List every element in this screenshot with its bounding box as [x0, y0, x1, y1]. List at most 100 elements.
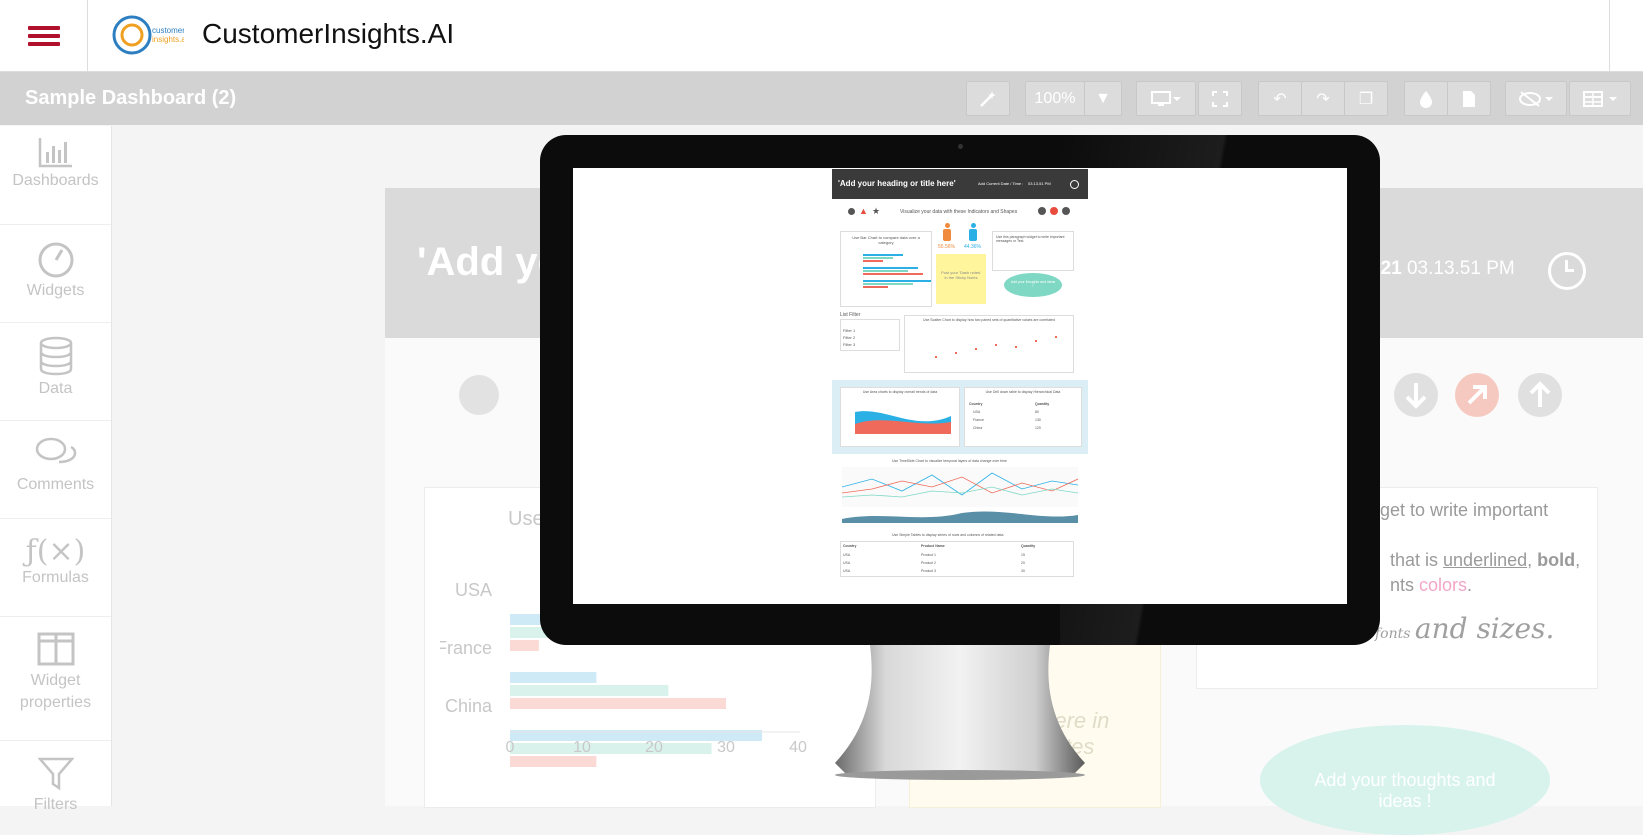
rail-label: Data [38, 380, 73, 397]
arrow-up-icon [1062, 207, 1070, 215]
arrow-down-icon[interactable] [1394, 373, 1438, 417]
monitor-stand [835, 645, 1085, 780]
preview-time: 03.13.51 PM [1028, 181, 1051, 186]
dashboard-toolbar [0, 72, 1643, 125]
tick-label: 40 [789, 739, 807, 756]
female-percent: 44.36% [964, 244, 981, 250]
person-male-icon [942, 223, 952, 241]
zoom-dropdown[interactable]: ▼ [1084, 81, 1122, 116]
preview-simple-table: Country Product Name Quantity USA Produc… [840, 541, 1074, 577]
arrow-up-icon[interactable] [1518, 373, 1562, 417]
paragraph-line-2: that is underlined, bold, [1390, 550, 1581, 570]
redo-icon: ↷ [1316, 90, 1330, 108]
preview-sticky-note: Post your 'Dash notes' in the Sticky Not… [936, 254, 986, 304]
category-label: China [445, 696, 493, 716]
datetime-display: 021 03.13.51 PM [1370, 258, 1515, 279]
rail-filters[interactable]: Filters [0, 740, 111, 820]
zoom-level[interactable]: 100% [1025, 81, 1085, 116]
bar [510, 640, 539, 651]
preview-list-filter: List Filter Filter 1 Filter 2 Filter 3 [840, 312, 900, 351]
file-icon [1463, 90, 1475, 107]
triangle-indicator: ▲ [859, 206, 868, 216]
fullscreen-button[interactable] [1198, 81, 1242, 116]
columns-icon [37, 632, 74, 666]
device-view-button[interactable] [1136, 81, 1196, 116]
rail-formulas[interactable]: ƒ(×) Formulas [0, 518, 111, 617]
paragraph-line-3: nts colors. [1390, 575, 1473, 595]
eye-slash-icon [1519, 90, 1553, 107]
formula-icon: ƒ(×) [25, 534, 86, 569]
camera-icon [958, 144, 963, 149]
category-label: France [440, 638, 492, 658]
rail-label: Formulas [22, 569, 89, 586]
bar-chart-icon [38, 138, 72, 168]
preview-title: 'Add your heading or title here' [838, 179, 956, 188]
table-icon [1583, 90, 1617, 107]
male-percent: 55.56% [938, 244, 955, 250]
undo-icon: ↶ [1273, 90, 1287, 108]
arrow-down-icon [1038, 207, 1046, 215]
monitor-icon [1151, 90, 1181, 106]
indicators-caption: Visualize your data with these Indicator… [900, 209, 1018, 215]
grid-button[interactable] [1569, 81, 1631, 116]
preview-area-chart: Use Area charts to display overall trend… [840, 387, 960, 447]
comments-icon [35, 437, 76, 464]
divider [1609, 0, 1610, 71]
preview-drill-table: Use Drill down table to display Hierarch… [964, 387, 1082, 447]
clock-icon [1548, 252, 1586, 290]
preview-meta: Add Current Date / Time : [978, 181, 1024, 186]
logo: customer insights.ai [112, 14, 188, 56]
tick-label: 30 [717, 739, 735, 756]
caret-down-icon: ▼ [1095, 89, 1111, 107]
menu-icon[interactable] [0, 0, 88, 71]
chart-caption: Use [508, 508, 544, 530]
preview-timeline-chart [842, 467, 1078, 523]
magic-wand-icon [980, 90, 996, 107]
rail-dashboards[interactable]: Dashboards [0, 136, 111, 225]
brand-name: CustomerInsights.AI [202, 18, 455, 49]
visibility-button[interactable] [1505, 81, 1567, 116]
rail-widgets[interactable]: Widgets [0, 224, 111, 323]
clock-icon [1070, 180, 1079, 189]
preview-scatter-chart: Use Scatter Chart to display how two pai… [904, 315, 1074, 373]
arrow-up-right-icon [1050, 207, 1058, 215]
dashboard-title: Sample Dashboard (2) [25, 87, 237, 109]
person-female-icon [968, 223, 978, 241]
tick-label: 20 [645, 739, 663, 756]
rail-comments[interactable]: Comments [0, 420, 111, 519]
expand-icon [1212, 90, 1228, 107]
undo-button[interactable]: ↶ [1258, 81, 1302, 116]
gauge-icon [38, 242, 73, 278]
tick-label: 10 [573, 739, 591, 756]
preview-bar-chart: Use Bar Chart to compare data over a cat… [840, 231, 932, 307]
zoom-value: 100% [1034, 89, 1076, 107]
copy-button[interactable]: ❐ [1344, 81, 1388, 116]
dashboard-preview: 'Add your heading or title here' Add Cur… [832, 169, 1088, 603]
bar [510, 698, 726, 709]
rail-label: Filters [33, 796, 78, 813]
rail-widget-properties[interactable]: Widget properties [0, 616, 111, 741]
filter-icon [37, 757, 74, 791]
arrow-up-right-icon[interactable] [1455, 373, 1499, 417]
theme-button[interactable] [1404, 81, 1448, 116]
magic-wand-button[interactable] [966, 81, 1010, 116]
rail-label: Comments [16, 476, 95, 493]
copy-icon: ❐ [1358, 90, 1374, 108]
circle-indicator [848, 208, 855, 215]
paragraph-line-4: fonts and sizes. [1375, 612, 1555, 645]
category-label: USA [455, 580, 492, 600]
table-caption: Use Simple Tables to display series of r… [892, 533, 1004, 537]
preview-header: 'Add your heading or title here' Add Cur… [832, 169, 1088, 199]
top-bar: customer insights.ai CustomerInsights.AI [0, 0, 1643, 72]
bar [510, 685, 669, 696]
redo-button[interactable]: ↷ [1301, 81, 1345, 116]
database-icon [39, 336, 72, 376]
document-button[interactable] [1447, 81, 1491, 116]
bar [510, 756, 597, 767]
star-indicator: ★ [872, 206, 881, 216]
svg-text:insights.ai: insights.ai [152, 35, 184, 44]
rail-data[interactable]: Data [0, 322, 111, 421]
timeline-caption: Use TimeSlide Chart to visualize tempora… [892, 459, 1007, 463]
tick-label: 0 [506, 739, 515, 756]
circle-indicator[interactable] [459, 375, 499, 415]
